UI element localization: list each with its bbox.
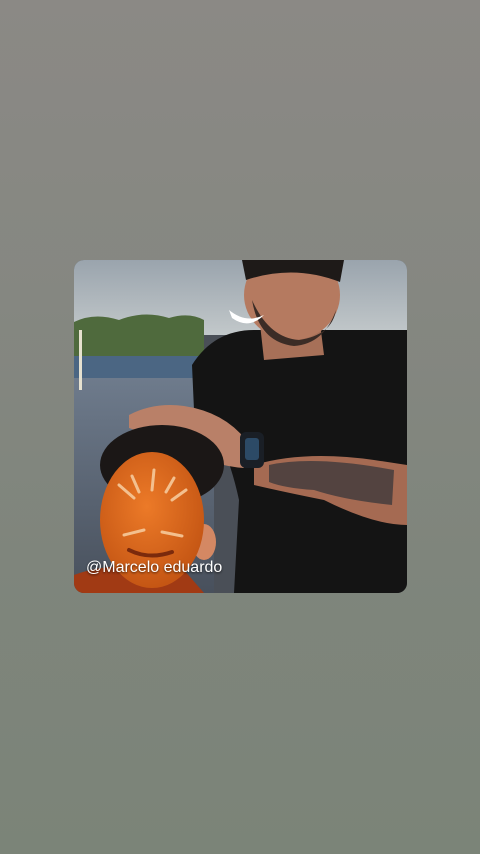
- story-video-frame[interactable]: @Marcelo eduardo: [74, 260, 407, 593]
- smartwatch-screen: [245, 438, 259, 460]
- creator-watermark: @Marcelo eduardo: [86, 559, 223, 576]
- fence: [74, 356, 199, 378]
- video-still: [74, 260, 407, 593]
- street-light: [79, 330, 82, 390]
